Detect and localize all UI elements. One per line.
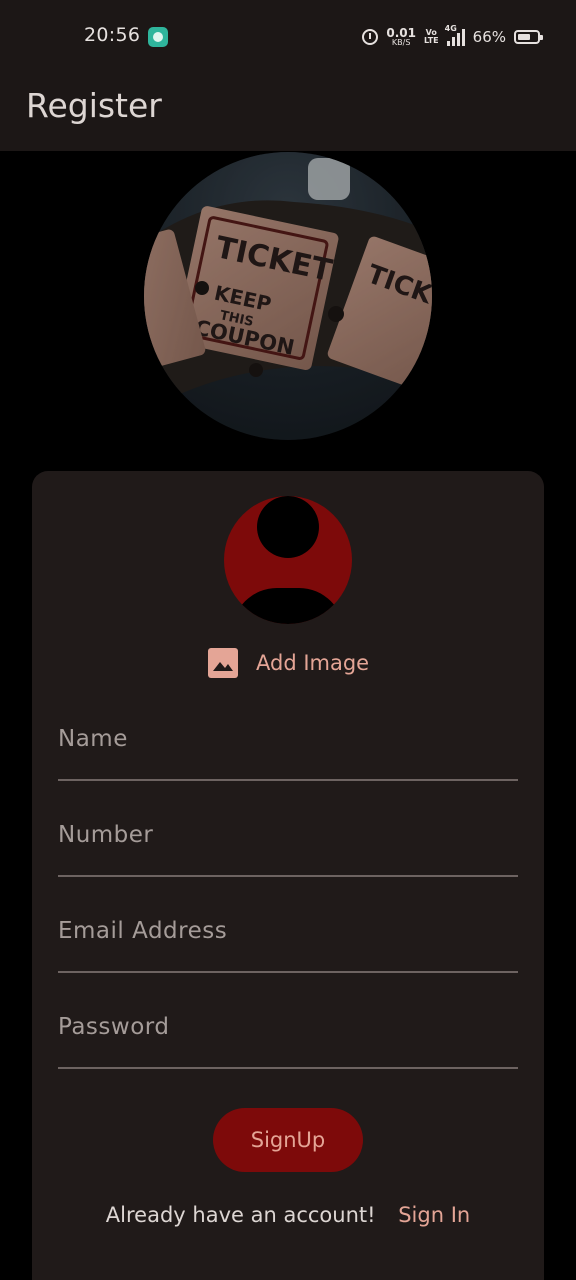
person-body-icon <box>232 588 344 624</box>
avatar-placeholder[interactable] <box>224 496 352 624</box>
chat-app-notification-icon <box>148 27 168 47</box>
volte-bottom: LTE <box>423 36 439 45</box>
register-screen: 20:56 0.01 KB/S Vo LTE 4G 66% Register T… <box>0 0 576 1280</box>
battery-percent: 66% <box>472 28 506 46</box>
page-title: Register <box>26 86 162 125</box>
app-bar: Register <box>0 72 576 151</box>
cellular-signal-icon: 4G <box>445 24 465 46</box>
signal-type: 4G <box>444 24 457 33</box>
email-input[interactable] <box>58 901 518 961</box>
add-image-label: Add Image <box>256 651 370 675</box>
email-field[interactable] <box>58 901 518 973</box>
status-time: 20:56 <box>84 24 141 46</box>
signin-prompt: Already have an account! Sign In <box>32 1203 544 1227</box>
name-field[interactable] <box>58 709 518 781</box>
signin-link[interactable]: Sign In <box>398 1203 470 1227</box>
password-input[interactable] <box>58 997 518 1057</box>
battery-icon <box>514 30 543 44</box>
signup-button[interactable]: SignUp <box>213 1108 363 1172</box>
password-field[interactable] <box>58 997 518 1069</box>
image-icon <box>208 648 238 678</box>
network-speed: 0.01 KB/S <box>386 27 416 47</box>
already-have-account-text: Already have an account! <box>105 1203 376 1227</box>
alarm-icon <box>362 29 379 45</box>
person-head-icon <box>257 496 319 558</box>
volte-icon: Vo LTE <box>423 28 439 46</box>
banner-image: TICKET KEEP THIS COUPON TICK <box>144 152 432 440</box>
add-image-button[interactable]: Add Image <box>208 647 369 679</box>
name-input[interactable] <box>58 709 518 769</box>
register-card: Add Image SignUp Already have an account… <box>32 471 544 1280</box>
number-input[interactable] <box>58 805 518 865</box>
tickets-illustration: TICKET KEEP THIS COUPON TICK <box>144 152 432 440</box>
number-field[interactable] <box>58 805 518 877</box>
status-indicators: 0.01 KB/S Vo LTE 4G 66% <box>362 24 543 50</box>
status-bar: 20:56 0.01 KB/S Vo LTE 4G 66% <box>0 0 576 72</box>
network-speed-unit: KB/S <box>391 38 411 47</box>
